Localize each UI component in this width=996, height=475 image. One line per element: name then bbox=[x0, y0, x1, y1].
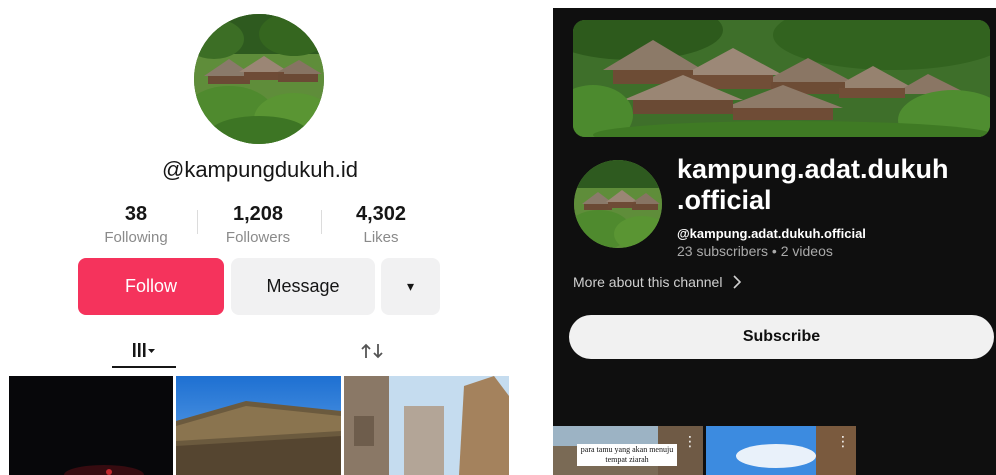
thatched-roof-image bbox=[176, 376, 341, 475]
more-vert-icon[interactable]: ⋮ bbox=[683, 434, 697, 448]
youtube-channel-panel: kampung.adat.dukuh .official @kampung.ad… bbox=[553, 8, 996, 475]
caret-down-icon: ▾ bbox=[406, 278, 415, 294]
tab-reposts[interactable] bbox=[340, 334, 404, 368]
stat-followers-label: Followers bbox=[225, 229, 291, 246]
channel-name-line: .official bbox=[677, 185, 772, 215]
stat-likes[interactable]: 4,302 Likes bbox=[321, 201, 441, 249]
follow-button[interactable]: Follow bbox=[78, 258, 224, 315]
thumbnail-image bbox=[706, 426, 856, 475]
video-thumbnail[interactable]: para tamu yang akan menuju tempat ziarah… bbox=[553, 426, 703, 475]
channel-avatar[interactable] bbox=[574, 160, 662, 248]
banner-village-image bbox=[573, 20, 990, 137]
profile-username: @kampungdukuh.id bbox=[161, 157, 358, 182]
night-scene-image bbox=[9, 376, 173, 475]
stat-likes-value: 4,302 bbox=[355, 203, 407, 225]
village-structures-image bbox=[344, 376, 509, 475]
stat-following-label: Following bbox=[104, 229, 168, 246]
video-thumbnail[interactable] bbox=[176, 376, 341, 475]
more-vert-icon[interactable]: ⋮ bbox=[836, 434, 850, 448]
repost-icon bbox=[361, 343, 383, 359]
stat-followers[interactable]: 1,208 Followers bbox=[198, 201, 318, 249]
channel-handle: @kampung.adat.dukuh.official bbox=[677, 226, 866, 241]
subscribe-button[interactable]: Subscribe bbox=[569, 315, 994, 359]
stat-following-value: 38 bbox=[124, 203, 148, 225]
tiktok-profile-panel: @kampungdukuh.id 38 Following 1,208 Foll… bbox=[0, 0, 520, 475]
channel-banner bbox=[573, 20, 990, 137]
message-button[interactable]: Message bbox=[231, 258, 375, 315]
channel-name: kampung.adat.dukuh .official bbox=[677, 154, 992, 216]
tab-videos[interactable] bbox=[112, 334, 176, 368]
more-about-channel-link[interactable]: More about this channel bbox=[573, 274, 742, 290]
channel-stats: 23 subscribers • 2 videos bbox=[677, 243, 833, 259]
channel-name-line: kampung.adat.dukuh bbox=[677, 154, 949, 184]
video-thumbnails-row: para tamu yang akan menuju tempat ziarah… bbox=[553, 426, 996, 475]
video-thumbnail[interactable] bbox=[9, 376, 173, 475]
video-thumbnail[interactable] bbox=[344, 376, 509, 475]
profile-avatar[interactable] bbox=[194, 14, 324, 144]
thumbnail-caption: para tamu yang akan menuju tempat ziarah bbox=[577, 444, 677, 466]
stat-followers-value: 1,208 bbox=[232, 203, 284, 225]
video-thumbnail[interactable]: ⋮ bbox=[706, 426, 856, 475]
avatar-village-image bbox=[574, 160, 662, 248]
avatar-village-image bbox=[194, 14, 324, 144]
more-options-button[interactable]: ▾ bbox=[381, 258, 440, 315]
more-about-label: More about this channel bbox=[573, 274, 723, 290]
chevron-right-icon bbox=[733, 275, 742, 289]
video-grid bbox=[9, 376, 509, 475]
stat-following[interactable]: 38 Following bbox=[76, 201, 196, 249]
grid-icon bbox=[133, 343, 155, 357]
stat-likes-label: Likes bbox=[363, 229, 399, 246]
